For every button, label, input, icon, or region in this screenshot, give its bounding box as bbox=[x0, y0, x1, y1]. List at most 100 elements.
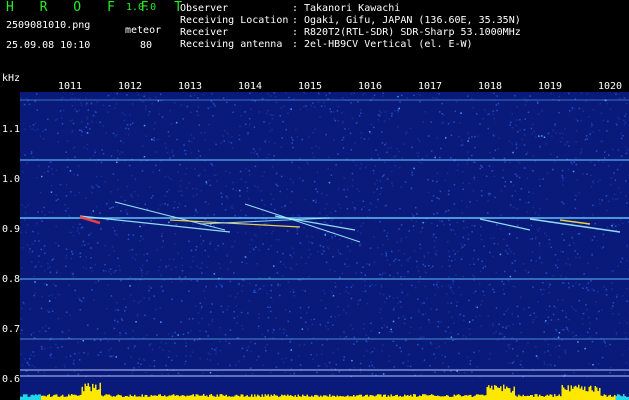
noise-speck bbox=[558, 112, 560, 114]
noise-speck bbox=[144, 203, 146, 205]
noise-speck bbox=[416, 260, 418, 263]
noise-speck bbox=[365, 166, 367, 169]
noise-speck bbox=[348, 265, 350, 268]
noise-speck bbox=[96, 101, 99, 103]
noise-speck bbox=[492, 322, 494, 325]
noise-speck bbox=[337, 251, 340, 253]
noise-speck bbox=[418, 140, 421, 142]
noise-speck bbox=[130, 194, 132, 197]
noise-speck bbox=[575, 163, 578, 166]
noise-speck bbox=[342, 122, 344, 124]
noise-speck bbox=[223, 140, 225, 142]
noise-speck bbox=[370, 203, 373, 206]
noise-speck bbox=[441, 102, 443, 105]
noise-speck bbox=[306, 235, 308, 237]
noise-speck bbox=[338, 203, 340, 205]
noise-speck bbox=[562, 282, 564, 284]
noise-speck bbox=[574, 194, 577, 196]
signal-bar bbox=[336, 395, 338, 400]
noise-speck bbox=[520, 331, 522, 334]
noise-speck bbox=[23, 303, 25, 305]
noise-speck bbox=[435, 347, 438, 349]
noise-speck bbox=[299, 364, 302, 366]
noise-speck bbox=[256, 153, 258, 155]
noise-speck bbox=[55, 343, 57, 346]
noise-speck bbox=[496, 224, 498, 226]
noise-speck bbox=[81, 131, 83, 133]
noise-speck bbox=[325, 94, 327, 97]
noise-speck bbox=[38, 330, 41, 333]
noise-speck bbox=[539, 207, 541, 210]
noise-speck bbox=[161, 116, 164, 118]
noise-speck bbox=[322, 246, 325, 248]
noise-speck bbox=[575, 282, 577, 284]
noise-speck bbox=[91, 270, 93, 272]
signal-bar bbox=[372, 395, 374, 400]
noise-speck bbox=[446, 172, 449, 174]
noise-speck bbox=[274, 96, 277, 98]
noise-speck bbox=[338, 371, 341, 373]
signal-bar bbox=[81, 386, 83, 400]
noise-speck bbox=[114, 319, 116, 322]
noise-speck bbox=[616, 296, 618, 298]
noise-speck bbox=[127, 238, 130, 240]
noise-speck bbox=[375, 284, 377, 287]
noise-speck bbox=[468, 182, 471, 185]
noise-speck bbox=[41, 175, 43, 178]
file-name: 2509081010.png bbox=[6, 20, 91, 31]
noise-speck bbox=[145, 105, 147, 107]
x-tick-label: 1012 bbox=[118, 81, 143, 92]
noise-speck bbox=[247, 132, 249, 134]
signal-bar bbox=[566, 390, 568, 400]
noise-speck bbox=[609, 343, 611, 346]
noise-speck bbox=[289, 178, 292, 180]
noise-speck bbox=[471, 136, 473, 138]
noise-speck bbox=[275, 101, 278, 103]
noise-speck bbox=[380, 284, 382, 287]
noise-speck bbox=[435, 97, 437, 99]
noise-speck bbox=[86, 143, 89, 146]
noise-speck bbox=[493, 332, 495, 334]
noise-speck bbox=[621, 222, 624, 225]
signal-bar bbox=[36, 395, 38, 400]
noise-speck bbox=[622, 135, 624, 137]
noise-speck bbox=[78, 129, 81, 131]
noise-speck bbox=[509, 227, 511, 229]
noise-speck bbox=[452, 292, 455, 294]
noise-speck bbox=[584, 347, 586, 350]
noise-speck bbox=[221, 276, 223, 279]
noise-speck bbox=[157, 138, 159, 140]
noise-speck bbox=[165, 264, 168, 267]
location-row: Receiving Location: Ogaki, Gifu, JAPAN (1… bbox=[180, 15, 521, 27]
noise-speck bbox=[625, 152, 628, 155]
noise-speck bbox=[490, 237, 492, 240]
noise-speck bbox=[143, 124, 146, 127]
noise-speck bbox=[329, 211, 332, 214]
signal-bar bbox=[459, 395, 461, 400]
noise-speck bbox=[400, 186, 403, 188]
noise-speck bbox=[412, 229, 415, 231]
noise-speck bbox=[433, 353, 435, 355]
noise-speck bbox=[368, 264, 371, 266]
noise-speck bbox=[373, 261, 376, 263]
noise-speck bbox=[56, 270, 58, 272]
noise-speck bbox=[479, 167, 481, 170]
noise-speck bbox=[85, 197, 87, 199]
noise-speck bbox=[382, 344, 384, 346]
noise-speck bbox=[279, 190, 281, 193]
noise-speck bbox=[281, 358, 283, 360]
noise-speck bbox=[258, 249, 260, 251]
noise-speck bbox=[105, 132, 107, 134]
noise-speck bbox=[166, 190, 168, 193]
signal-bar bbox=[320, 395, 322, 400]
noise-speck bbox=[397, 302, 399, 305]
noise-speck bbox=[192, 187, 194, 190]
noise-speck bbox=[506, 244, 508, 247]
noise-speck bbox=[150, 343, 152, 345]
noise-speck bbox=[337, 188, 340, 190]
noise-speck bbox=[301, 138, 303, 141]
noise-speck bbox=[237, 282, 240, 284]
noise-speck bbox=[434, 357, 437, 359]
noise-speck bbox=[219, 326, 221, 329]
noise-speck bbox=[365, 334, 367, 336]
